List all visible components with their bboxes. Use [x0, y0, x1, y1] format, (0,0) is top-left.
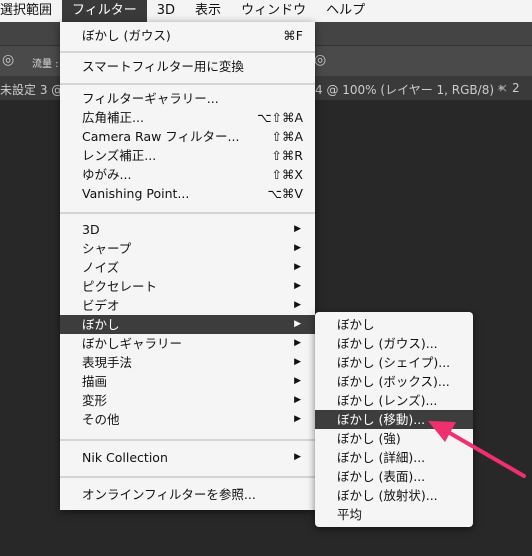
annotation-arrow [428, 421, 526, 478]
arrow-head [428, 421, 456, 442]
arrow-shaft [446, 430, 526, 478]
